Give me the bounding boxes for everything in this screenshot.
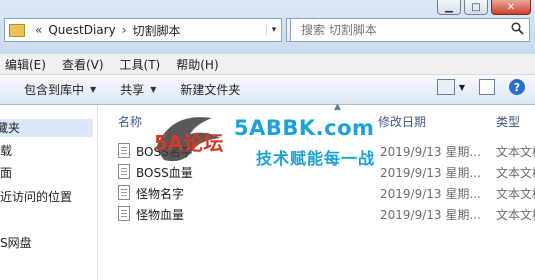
preview-pane-icon[interactable]	[479, 79, 495, 95]
file-type: 文本文档	[496, 166, 535, 180]
file-modified: 2019/9/13 星期...	[380, 208, 481, 222]
file-row[interactable]: 怪物血量 2019/9/13 星期... 文本文档	[98, 204, 535, 224]
watermark-logo-text: 5A论坛	[154, 131, 223, 155]
nav-item-recent-places[interactable]: 近访问的位置	[0, 188, 72, 205]
search-input[interactable]	[291, 22, 508, 38]
menu-tools[interactable]: 工具(T)	[120, 56, 161, 73]
overflow-chevron-icon[interactable]: «	[35, 23, 42, 37]
view-options-icon[interactable]	[436, 79, 455, 95]
text-file-icon	[118, 185, 130, 200]
watermark-slogan: 技术赋能每一战	[256, 149, 376, 168]
new-folder-button[interactable]: 新建文件夹	[180, 81, 240, 98]
text-file-icon	[118, 164, 130, 179]
file-modified: 2019/9/13 星期...	[380, 145, 481, 159]
file-name: 怪物血量	[136, 208, 185, 222]
file-modified: 2019/9/13 星期...	[380, 166, 481, 180]
navigation-pane: 藏夹 载 面 近访问的位置 S网盘	[0, 105, 98, 280]
chevron-down-icon: ▼	[90, 85, 97, 94]
share-button[interactable]: 共享 ▼	[120, 81, 156, 98]
text-file-icon	[118, 143, 130, 158]
nav-item-downloads[interactable]: 载	[0, 142, 12, 159]
breadcrumb-questdiary[interactable]: QuestDiary	[48, 23, 115, 37]
help-icon[interactable]: ?	[509, 79, 525, 95]
nav-item-desktop[interactable]: 面	[0, 164, 12, 181]
file-type: 文本文档	[496, 208, 535, 222]
menu-edit[interactable]: 编辑(E)	[5, 56, 46, 73]
column-header-type[interactable]: 类型	[496, 113, 520, 130]
nav-item-cloud-drive[interactable]: S网盘	[0, 234, 32, 251]
search-box[interactable]	[290, 18, 530, 42]
share-label: 共享	[120, 83, 145, 97]
column-header-name[interactable]: 名称	[118, 113, 142, 130]
file-type: 文本文档	[496, 145, 535, 159]
command-bar: 包含到库中 ▼ 共享 ▼ 新建文件夹 ▼ ?	[0, 75, 535, 105]
file-row[interactable]: 怪物名字 2019/9/13 星期... 文本文档	[98, 183, 535, 203]
menu-view[interactable]: 查看(V)	[62, 56, 104, 73]
file-modified: 2019/9/13 星期...	[380, 187, 481, 201]
breadcrumb-current-folder[interactable]: 切割脚本	[133, 22, 181, 39]
search-icon[interactable]	[511, 21, 524, 39]
nav-favorites[interactable]: 藏夹	[0, 119, 93, 137]
maximize-button[interactable]: □	[464, 0, 488, 15]
file-name: 怪物名字	[136, 187, 185, 201]
breadcrumb-separator-icon[interactable]: ›	[122, 23, 127, 37]
chevron-down-icon: ▼	[150, 85, 157, 94]
folder-icon	[9, 23, 25, 37]
include-in-library-label: 包含到库中	[24, 83, 85, 97]
menu-bar: 编辑(E) 查看(V) 工具(T) 帮助(H)	[0, 54, 535, 75]
file-type: 文本文档	[496, 187, 535, 201]
include-in-library-button[interactable]: 包含到库中 ▼	[24, 81, 96, 98]
text-file-icon	[118, 206, 130, 221]
watermark-site: 5ABBK.com	[234, 116, 375, 140]
minimize-button[interactable]: ▁	[437, 0, 461, 15]
view-dropdown-icon[interactable]: ▼	[459, 83, 465, 92]
sort-arrow-icon: ▲	[334, 102, 341, 112]
menu-help[interactable]: 帮助(H)	[176, 56, 218, 73]
address-bar[interactable]: « QuestDiary › 切割脚本 ▾	[4, 18, 282, 42]
address-dropdown-icon[interactable]: ▾	[266, 25, 281, 35]
watermark-logo: 5A论坛	[154, 117, 223, 162]
window-controls: ▁ □ ✕	[437, 0, 531, 16]
new-folder-label: 新建文件夹	[180, 83, 241, 97]
column-header-modified[interactable]: 修改日期	[378, 113, 426, 130]
close-button[interactable]: ✕	[491, 0, 531, 15]
